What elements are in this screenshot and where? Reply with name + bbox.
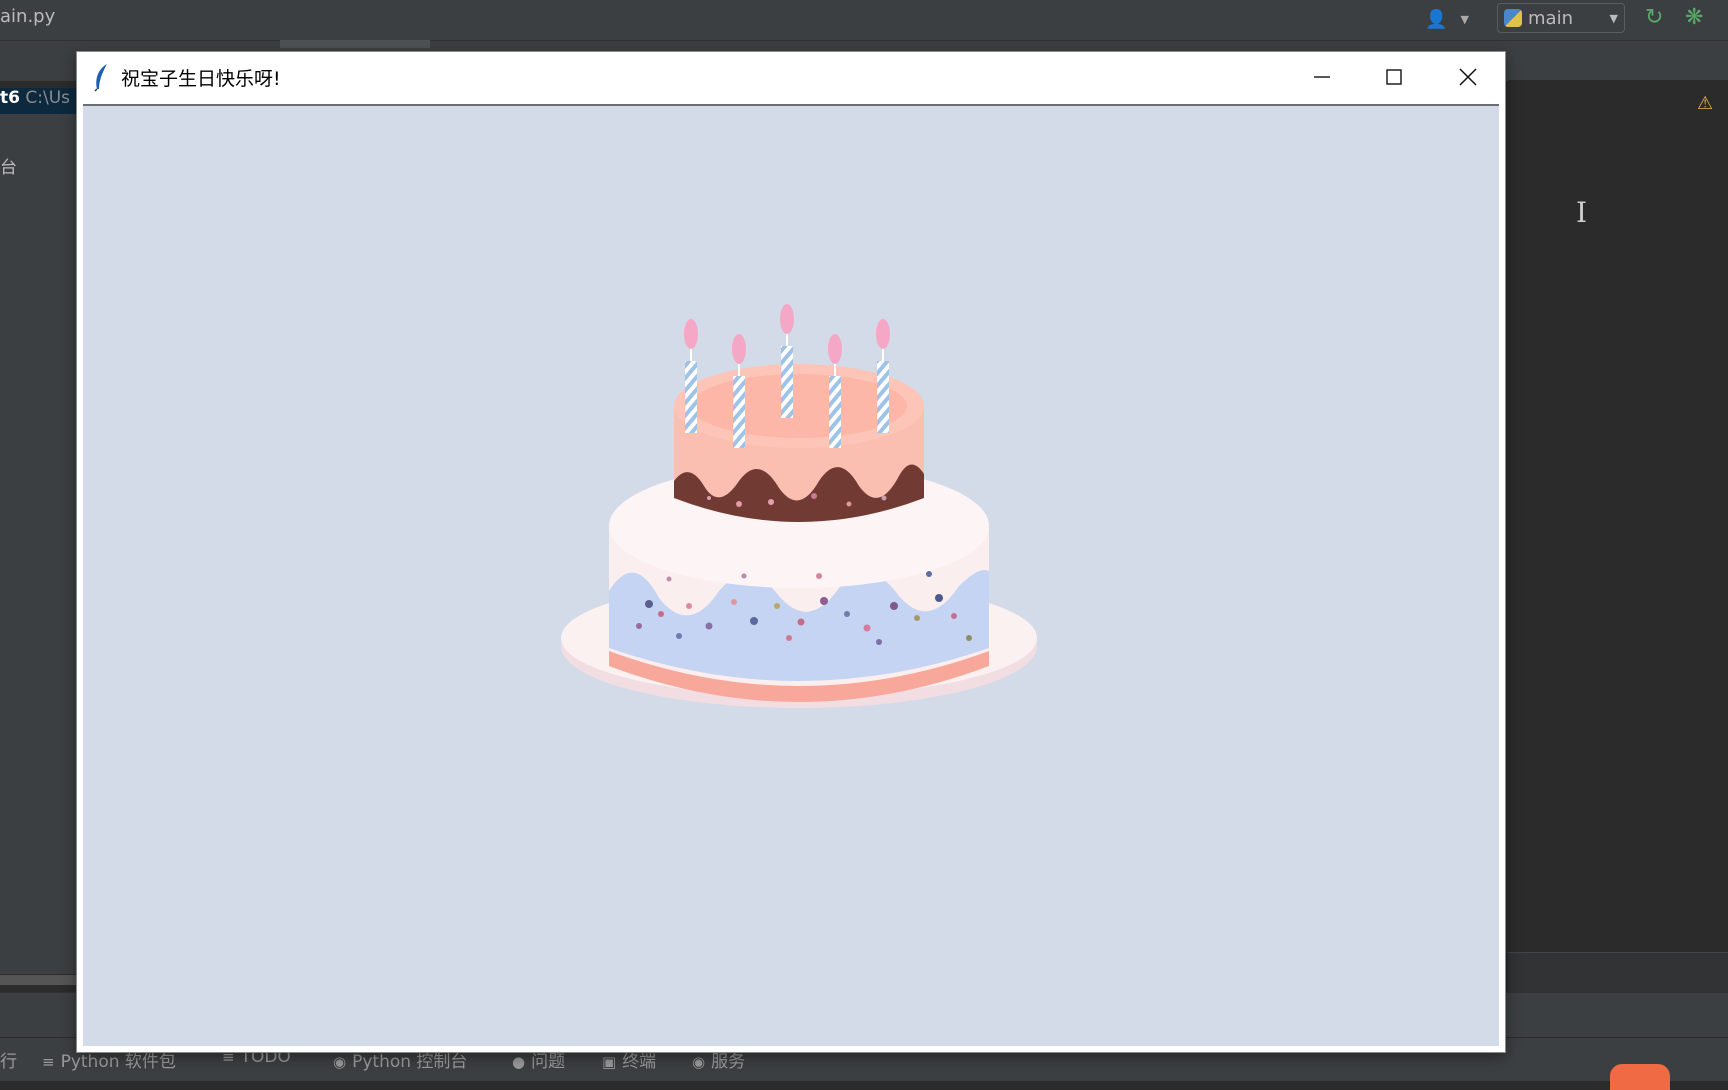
chevron-down-icon: ▼: [1609, 11, 1618, 25]
python-icon: [1504, 9, 1522, 27]
maximize-icon: [1386, 68, 1402, 85]
editor-tab[interactable]: [280, 40, 430, 48]
minimize-button[interactable]: [1286, 52, 1358, 101]
terminal-icon: ▣: [602, 1053, 617, 1071]
user-icon: 👤: [1425, 8, 1448, 30]
run-tool-window-button[interactable]: 行: [0, 1047, 17, 1072]
layers-icon: ≡: [42, 1053, 55, 1071]
feather-icon: [94, 64, 107, 92]
window-title: 祝宝子生日快乐呀!: [121, 68, 281, 90]
chevron-down-icon: ▼: [1460, 12, 1469, 26]
warning-icon[interactable]: ⚠: [1697, 93, 1713, 114]
tool-window-label: 问题: [531, 1052, 566, 1072]
project-panel: [0, 114, 78, 974]
close-icon: [1459, 67, 1477, 86]
editor-area[interactable]: [1508, 80, 1728, 952]
tk-titlebar[interactable]: 祝宝子生日快乐呀!: [77, 52, 1505, 101]
birthday-cake-illustration: [561, 304, 1037, 708]
tk-window: 祝宝子生日快乐呀!: [77, 52, 1505, 1052]
project-path: C:\Us: [25, 88, 70, 108]
ide-file-title[interactable]: ain.py: [0, 6, 55, 27]
rerun-icon[interactable]: ↻: [1645, 5, 1663, 30]
top-tier-inner: [691, 374, 907, 438]
minimize-icon: [1314, 75, 1330, 78]
project-name: t6: [0, 88, 20, 108]
services-icon: ◉: [692, 1053, 706, 1071]
run-config-dropdown[interactable]: main ▼: [1497, 3, 1625, 33]
tool-window-label: Python 软件包: [60, 1052, 176, 1072]
maximize-button[interactable]: [1358, 52, 1430, 101]
python-icon: ◉: [333, 1053, 347, 1071]
horizontal-scrollbar[interactable]: [0, 975, 78, 985]
editor-lower-strip: [1508, 952, 1728, 993]
console-tab[interactable]: 台: [0, 153, 17, 178]
run-config-label: main: [1528, 7, 1573, 29]
tool-window-label: Python 控制台: [352, 1052, 468, 1072]
debug-icon[interactable]: ❋: [1685, 5, 1703, 30]
project-tree-root[interactable]: t6 C:\Us: [0, 88, 78, 114]
notification-badge: [1610, 1064, 1670, 1090]
info-icon: ●: [512, 1053, 526, 1071]
tool-window-label: 终端: [622, 1052, 657, 1072]
tool-window-label: 服务: [711, 1052, 746, 1072]
tk-canvas[interactable]: [83, 104, 1499, 1046]
text-cursor-icon: I: [1576, 196, 1588, 229]
user-menu-button[interactable]: 👤 ▼: [1425, 5, 1469, 33]
close-button[interactable]: [1432, 52, 1504, 101]
